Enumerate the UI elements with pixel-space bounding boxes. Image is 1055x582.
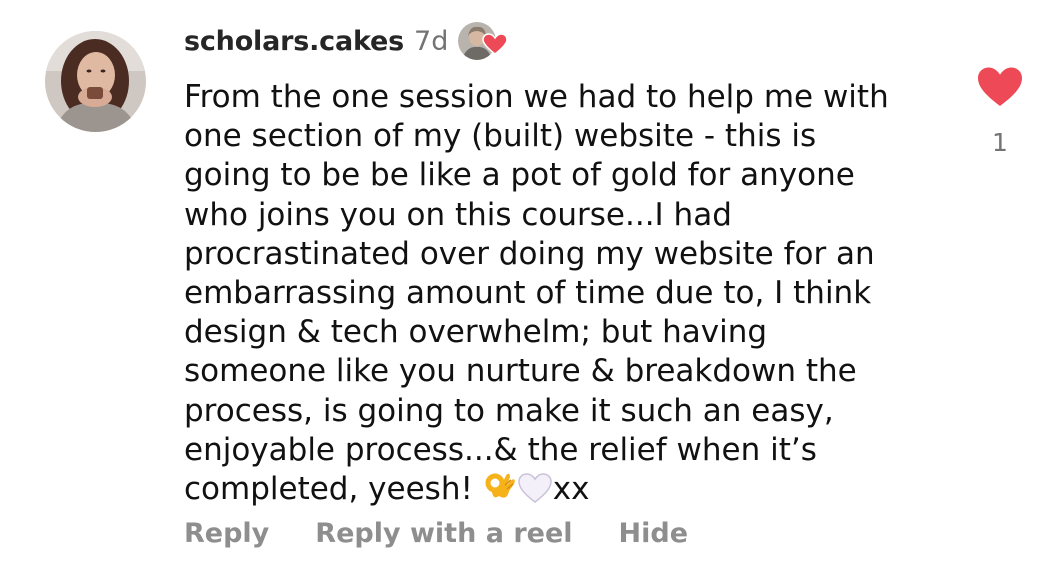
like-control: 1 bbox=[968, 66, 1032, 157]
comment-line: procrastinated over doing my website for… bbox=[184, 235, 875, 272]
comment-line: process, is going to make it such an eas… bbox=[184, 392, 834, 429]
comment-line-last: completed, yeesh! xx bbox=[184, 470, 944, 514]
comment-sign-off: xx bbox=[552, 471, 590, 508]
ok-hand-emoji-icon bbox=[483, 470, 517, 514]
comment-line: From the one session we had to help me w… bbox=[184, 79, 889, 115]
reply-with-reel-button[interactable]: Reply with a reel bbox=[315, 518, 572, 549]
comment-line: someone like you nurture & breakdown the bbox=[184, 353, 857, 390]
heart-icon[interactable] bbox=[976, 66, 1024, 108]
comment-line: who joins you on this course...I had bbox=[184, 196, 732, 233]
username[interactable]: scholars.cakes bbox=[184, 26, 404, 57]
comment-line: embarrassing amount of time due to, I th… bbox=[184, 275, 872, 312]
white-heart-emoji-icon bbox=[517, 472, 553, 514]
reply-button[interactable]: Reply bbox=[184, 518, 269, 549]
comment-line-text: completed, yeesh! bbox=[184, 471, 473, 508]
comment-text: From the one session we had to help me w… bbox=[184, 78, 944, 514]
like-count: 1 bbox=[992, 128, 1008, 157]
comment-item: scholars.cakes 7d From the one session w… bbox=[0, 0, 1055, 582]
small-heart-icon bbox=[482, 33, 509, 55]
comment-line: one section of my (built) website - this… bbox=[184, 118, 817, 155]
comment-actions: Reply Reply with a reel Hide bbox=[184, 518, 688, 549]
comment-line: design & tech overwhelm; but having bbox=[184, 314, 768, 351]
avatar[interactable] bbox=[45, 31, 146, 132]
comment-line: enjoyable process...& the relief when it… bbox=[184, 431, 817, 468]
timestamp: 7d bbox=[414, 25, 449, 57]
hide-button[interactable]: Hide bbox=[619, 518, 689, 549]
liked-by-creator-badge bbox=[458, 20, 509, 62]
comment-header: scholars.cakes 7d bbox=[184, 18, 509, 64]
comment-line: going to be be like a pot of gold for an… bbox=[184, 157, 855, 194]
